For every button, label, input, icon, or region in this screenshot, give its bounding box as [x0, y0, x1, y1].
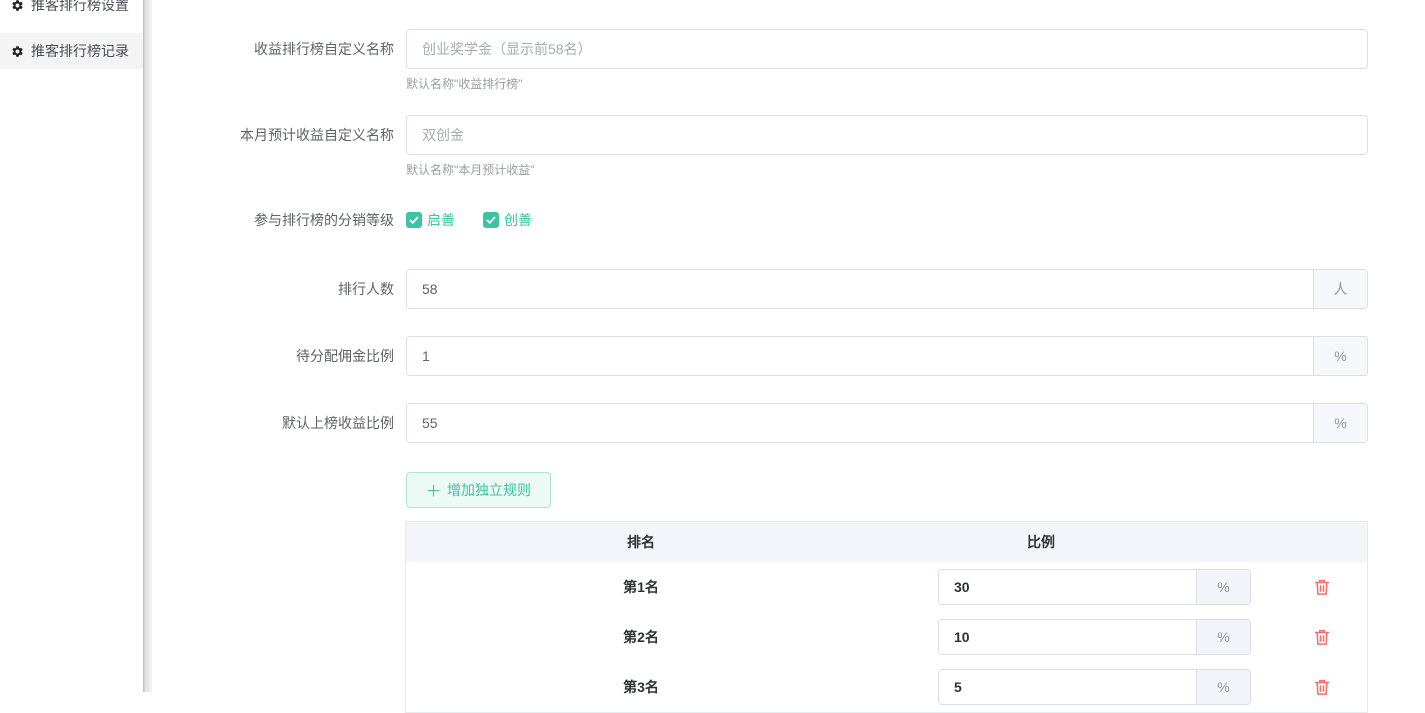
checkbox-level-chuangshan[interactable]: 创善 [483, 210, 532, 230]
gear-icon [11, 0, 24, 12]
table-row: 第2名 % [406, 612, 1367, 662]
delete-rule-button[interactable] [1313, 578, 1331, 596]
add-rule-label: 增加独立规则 [447, 480, 531, 500]
percent-suffix: % [1313, 337, 1367, 375]
sidebar: 推客排行榜设置 推客排行榜记录 [0, 0, 143, 692]
field-label: 本月预计收益自定义名称 [152, 115, 394, 177]
sidebar-item-label: 推客排行榜设置 [31, 0, 129, 15]
checkbox-label: 启善 [427, 210, 455, 230]
field-label: 参与排行榜的分销等级 [152, 209, 394, 231]
table-row: 第3名 % [406, 662, 1367, 712]
column-header-ratio: 比例 [876, 532, 1206, 552]
rank2-ratio-input[interactable] [939, 620, 1196, 654]
rank3-ratio-input[interactable] [939, 670, 1196, 704]
field-hint: 默认名称"本月预计收益" [406, 163, 1368, 177]
field-label: 排行人数 [152, 269, 394, 309]
percent-suffix: % [1196, 670, 1250, 704]
field-label: 待分配佣金比例 [152, 336, 394, 376]
ranking-count-input[interactable] [407, 270, 1313, 308]
field-default-income-ratio: 默认上榜收益比例 % [152, 403, 1425, 443]
percent-suffix: % [1313, 404, 1367, 442]
commission-ratio-input[interactable] [407, 337, 1313, 375]
monthly-income-name-input[interactable] [406, 115, 1368, 155]
revenue-ranking-name-input[interactable] [406, 29, 1368, 69]
field-revenue-ranking-name: 收益排行榜自定义名称 默认名称"收益排行榜" [152, 29, 1425, 91]
field-commission-ratio: 待分配佣金比例 % [152, 336, 1425, 376]
sidebar-item-ranking-records[interactable]: 推客排行榜记录 [0, 33, 143, 69]
percent-suffix: % [1196, 570, 1250, 604]
rules-table: 排名 比例 第1名 % 第2名 % 第3名 [405, 521, 1368, 713]
checkbox-level-qishan[interactable]: 启善 [406, 210, 455, 230]
checkbox-checked-icon [483, 212, 499, 228]
plus-icon: ＋ [426, 480, 441, 501]
sidebar-scrollbar[interactable] [143, 0, 152, 692]
field-ranking-count: 排行人数 人 [152, 269, 1425, 309]
column-header-rank: 排名 [406, 532, 876, 552]
field-hint: 默认名称"收益排行榜" [406, 77, 1368, 91]
gear-icon [11, 45, 24, 58]
field-label: 默认上榜收益比例 [152, 403, 394, 443]
sidebar-item-ranking-settings[interactable]: 推客排行榜设置 [0, 0, 143, 23]
rank-label: 第3名 [406, 677, 876, 697]
checkbox-checked-icon [406, 212, 422, 228]
rules-table-header: 排名 比例 [406, 522, 1367, 562]
sidebar-item-label: 推客排行榜记录 [31, 41, 129, 61]
unit-suffix: 人 [1313, 270, 1367, 308]
percent-suffix: % [1196, 620, 1250, 654]
table-row: 第1名 % [406, 562, 1367, 612]
field-distribution-levels: 参与排行榜的分销等级 启善 创善 [152, 209, 1425, 231]
field-monthly-income-name: 本月预计收益自定义名称 默认名称"本月预计收益" [152, 115, 1425, 177]
delete-rule-button[interactable] [1313, 628, 1331, 646]
ranking-settings-form: 收益排行榜自定义名称 默认名称"收益排行榜" 本月预计收益自定义名称 默认名称"… [152, 0, 1425, 692]
rank1-ratio-input[interactable] [939, 570, 1196, 604]
add-rule-button[interactable]: ＋ 增加独立规则 [406, 472, 551, 508]
field-label: 收益排行榜自定义名称 [152, 29, 394, 91]
default-income-ratio-input[interactable] [407, 404, 1313, 442]
checkbox-label: 创善 [504, 210, 532, 230]
delete-rule-button[interactable] [1313, 678, 1331, 696]
rank-label: 第2名 [406, 627, 876, 647]
rank-label: 第1名 [406, 577, 876, 597]
